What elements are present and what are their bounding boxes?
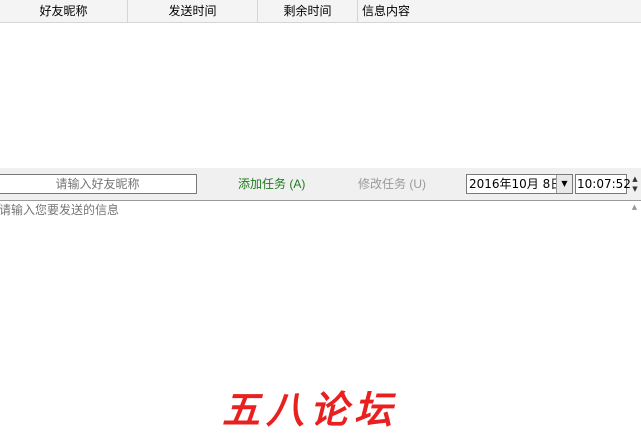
friend-nickname-input[interactable] [0, 174, 197, 194]
add-task-button[interactable]: 添加任务 (A) [238, 175, 305, 193]
task-table-body[interactable] [0, 23, 641, 168]
edit-task-button[interactable]: 修改任务 (U) [358, 175, 426, 193]
spin-down-icon[interactable]: ▼ [629, 184, 641, 194]
spin-up-icon[interactable]: ▲ [629, 174, 641, 184]
send-date-value: 2016年10月 8日 [469, 177, 563, 191]
column-header-remaining-time[interactable]: 剩余时间 [258, 0, 358, 22]
message-scrollbar[interactable]: ▲ [628, 201, 641, 436]
chevron-down-icon[interactable]: ▼ [556, 175, 572, 193]
column-header-friend-nickname[interactable]: 好友昵称 [0, 0, 128, 22]
send-time-field[interactable]: 10:07:52 [575, 174, 631, 194]
column-header-message-content[interactable]: 信息内容 [358, 0, 641, 22]
send-date-picker[interactable]: 2016年10月 8日 ▼ [466, 174, 573, 194]
column-header-send-time[interactable]: 发送时间 [128, 0, 258, 22]
send-time-value: 10:07:52 [577, 177, 631, 191]
task-toolbar: 添加任务 (A) 修改任务 (U) 2016年10月 8日 ▼ 10:07:52… [0, 168, 641, 200]
task-table-header: 好友昵称 发送时间 剩余时间 信息内容 [0, 0, 641, 23]
scroll-up-icon[interactable]: ▲ [628, 203, 641, 211]
watermark-logo: 五八论坛 [222, 387, 399, 432]
time-spinner[interactable]: ▲ ▼ [629, 174, 641, 194]
